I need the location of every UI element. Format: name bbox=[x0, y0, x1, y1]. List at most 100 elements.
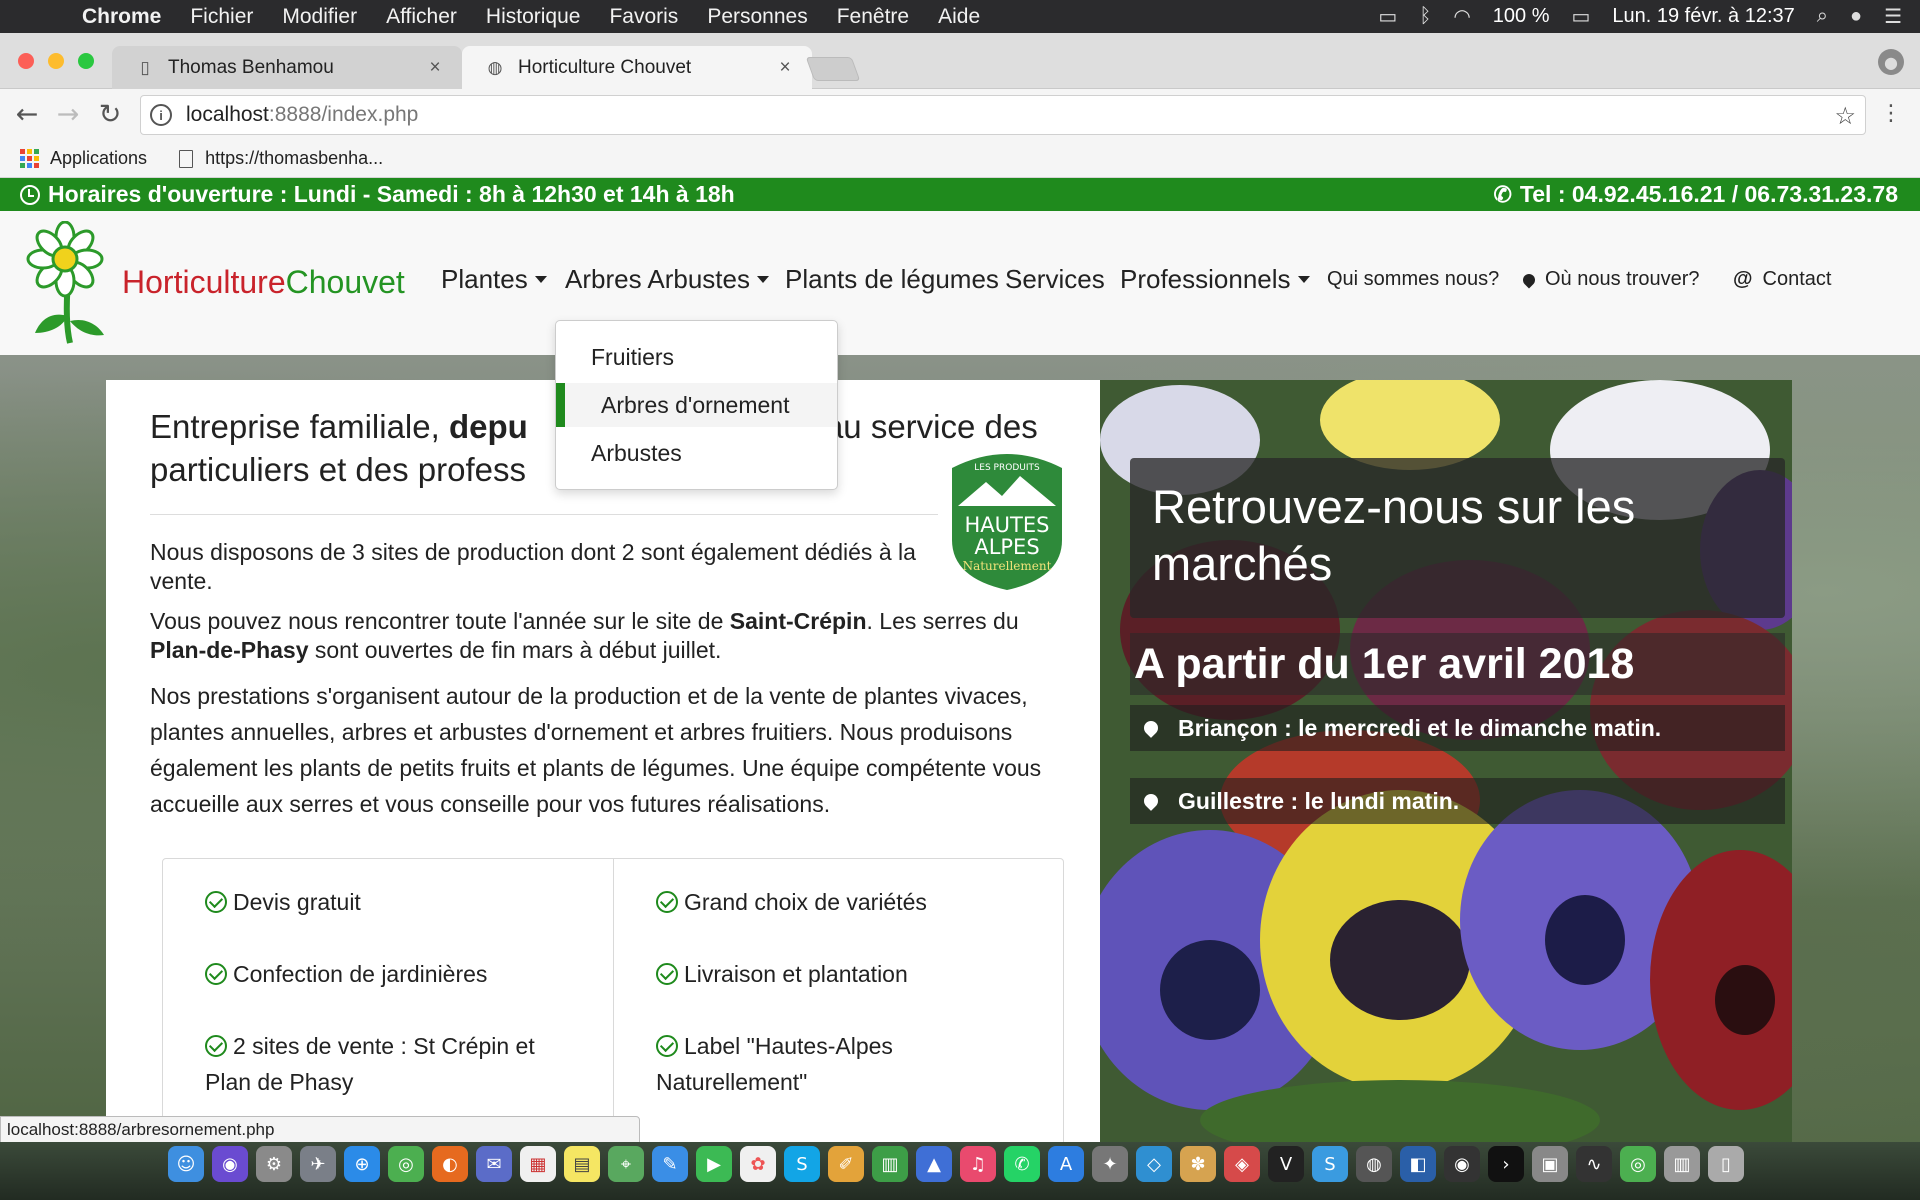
safari-icon[interactable]: ⊕ bbox=[344, 1146, 380, 1182]
airplay-icon[interactable]: ▭ bbox=[1378, 4, 1397, 29]
menu-afficher[interactable]: Afficher bbox=[386, 5, 457, 29]
siri-icon[interactable]: ◉ bbox=[212, 1146, 248, 1182]
macos-menu-bar: Chrome Fichier Modifier Afficher Histori… bbox=[0, 0, 1920, 33]
battery-icon[interactable]: ▭ bbox=[1571, 4, 1590, 29]
tab-title: Thomas Benhamou bbox=[168, 56, 334, 78]
bookmarks-bar: Applications https://thomasbenha... bbox=[0, 140, 1920, 178]
nav-services[interactable]: Services bbox=[1005, 264, 1105, 295]
notes-icon[interactable]: ▤ bbox=[564, 1146, 600, 1182]
terminal-icon[interactable]: › bbox=[1488, 1146, 1524, 1182]
caret-down-icon bbox=[534, 276, 547, 283]
dropdown-item-arbres-ornement[interactable]: Arbres d'ornement bbox=[556, 383, 837, 427]
chrome-canary-icon[interactable]: ◎ bbox=[1620, 1146, 1656, 1182]
dropdown-item-arbustes[interactable]: Arbustes bbox=[556, 431, 837, 475]
close-tab-icon[interactable]: × bbox=[776, 57, 794, 79]
menu-modifier[interactable]: Modifier bbox=[282, 5, 357, 29]
itunes-icon[interactable]: ♫ bbox=[960, 1146, 996, 1182]
preview-icon[interactable]: ▣ bbox=[1532, 1146, 1568, 1182]
chrome-menu-icon[interactable]: ⋮ bbox=[1880, 101, 1902, 126]
photos-icon[interactable]: ✿ bbox=[740, 1146, 776, 1182]
nav-plantes[interactable]: Plantes bbox=[441, 264, 547, 295]
nav-contact[interactable]: @ Contact bbox=[1733, 268, 1831, 291]
zoom-window-button[interactable] bbox=[78, 53, 94, 69]
nav-arbres-arbustes[interactable]: Arbres Arbustes bbox=[565, 264, 769, 295]
close-window-button[interactable] bbox=[18, 53, 34, 69]
system-preferences-icon[interactable]: ⚙ bbox=[256, 1146, 292, 1182]
info-icon[interactable]: i bbox=[150, 104, 172, 126]
web-page: Horaires d'ouverture : Lundi - Samedi : … bbox=[0, 178, 1920, 1142]
menu-personnes[interactable]: Personnes bbox=[707, 5, 807, 29]
daisy-logo-icon[interactable] bbox=[20, 221, 120, 345]
keynote-icon[interactable]: ▲ bbox=[916, 1146, 952, 1182]
visual-studio-code-icon[interactable]: ◧ bbox=[1400, 1146, 1436, 1182]
nav-ou-nous-trouver[interactable]: Où nous trouver? bbox=[1520, 268, 1700, 291]
tab-thomas-benhamou[interactable]: ▯ Thomas Benhamou × bbox=[112, 46, 462, 89]
messages-icon[interactable]: ✎ bbox=[652, 1146, 688, 1182]
close-tab-icon[interactable]: × bbox=[426, 57, 444, 79]
notification-center-icon[interactable]: ☰ bbox=[1884, 4, 1902, 29]
activity-monitor-icon[interactable]: ∿ bbox=[1576, 1146, 1612, 1182]
calendar-icon[interactable]: ▦ bbox=[520, 1146, 556, 1182]
mail-icon[interactable]: ✉ bbox=[476, 1146, 512, 1182]
trash-icon[interactable]: ▯ bbox=[1708, 1146, 1744, 1182]
menu-historique[interactable]: Historique bbox=[486, 5, 581, 29]
finder-icon[interactable]: ☺ bbox=[168, 1146, 204, 1182]
macos-dock: ☺ ◉ ⚙ ✈ ⊕ ◎ ◐ ✉ ▦ ▤ ⌖ ✎ ▶ ✿ S ✐ ▥ ▲ ♫ ✆ … bbox=[0, 1142, 1920, 1200]
menu-favoris[interactable]: Favoris bbox=[609, 5, 678, 29]
bookmark-star-icon[interactable]: ☆ bbox=[1834, 102, 1856, 131]
phone-numbers[interactable]: Tel : 04.92.45.16.21 / 06.73.31.23.78 bbox=[1520, 181, 1898, 208]
app-store-icon[interactable]: A bbox=[1048, 1146, 1084, 1182]
filezilla-icon[interactable]: ◈ bbox=[1224, 1146, 1260, 1182]
sequel-pro-icon[interactable]: ◍ bbox=[1356, 1146, 1392, 1182]
numbers-icon[interactable]: ▥ bbox=[872, 1146, 908, 1182]
bookmark-label: https://thomasbenha... bbox=[205, 148, 384, 168]
nav-plants-legumes[interactable]: Plants de légumes bbox=[785, 264, 999, 295]
check-circle-icon bbox=[656, 963, 678, 985]
maps-icon[interactable]: ⌖ bbox=[608, 1146, 644, 1182]
link-status-bar: localhost:8888/arbresornement.php bbox=[0, 1116, 640, 1144]
hautes-alpes-label-logo: LES PRODUITS HAUTES ALPES Naturellement bbox=[938, 448, 1076, 596]
simplenote-icon[interactable]: S bbox=[1312, 1146, 1348, 1182]
profile-icon[interactable]: ● bbox=[1878, 49, 1904, 75]
spotlight-search-icon[interactable]: ⌕ bbox=[1817, 5, 1828, 28]
menubar-clock[interactable]: Lun. 19 févr. à 12:37 bbox=[1612, 5, 1794, 28]
palette-icon[interactable]: ✽ bbox=[1180, 1146, 1216, 1182]
browser-toolbar: ← → ↻ i localhost:8888/index.php ☆ ⋮ bbox=[0, 89, 1920, 140]
bluetooth-icon[interactable]: ᛒ bbox=[1419, 5, 1431, 28]
vim-icon[interactable]: V bbox=[1268, 1146, 1304, 1182]
skype-icon[interactable]: S bbox=[784, 1146, 820, 1182]
new-tab-button[interactable] bbox=[805, 57, 861, 81]
brand-name[interactable]: HorticultureChouvet bbox=[122, 264, 405, 301]
menu-aide[interactable]: Aide bbox=[938, 5, 980, 29]
archive-utility-icon[interactable]: ▥ bbox=[1664, 1146, 1700, 1182]
caret-down-icon bbox=[756, 276, 769, 283]
nav-professionnels[interactable]: Professionnels bbox=[1120, 264, 1310, 295]
tab-horticulture-chouvet[interactable]: ◍ Horticulture Chouvet × bbox=[462, 46, 812, 89]
siri-icon[interactable]: ● bbox=[1850, 5, 1862, 28]
dropdown-item-fruitiers[interactable]: Fruitiers bbox=[556, 335, 837, 379]
bookmark-thomasbenhamou[interactable]: https://thomasbenha... bbox=[179, 148, 383, 169]
whatsapp-icon[interactable]: ✆ bbox=[1004, 1146, 1040, 1182]
reload-icon[interactable]: ↻ bbox=[95, 99, 125, 130]
nav-qui-sommes-nous[interactable]: Qui sommes nous? bbox=[1327, 268, 1499, 291]
map-pin-icon bbox=[1141, 718, 1161, 738]
firefox-icon[interactable]: ◐ bbox=[432, 1146, 468, 1182]
back-arrow-icon[interactable]: ← bbox=[12, 99, 42, 130]
menu-fenetre[interactable]: Fenêtre bbox=[837, 5, 909, 29]
pages-icon[interactable]: ✐ bbox=[828, 1146, 864, 1182]
chrome-icon[interactable]: ◎ bbox=[388, 1146, 424, 1182]
minimize-window-button[interactable] bbox=[48, 53, 64, 69]
address-bar[interactable]: i localhost:8888/index.php ☆ bbox=[140, 95, 1866, 135]
market-title: Retrouvez-nous sur les marchés bbox=[1152, 480, 1636, 590]
facetime-icon[interactable]: ▶ bbox=[696, 1146, 732, 1182]
gimp-icon[interactable]: ✦ bbox=[1092, 1146, 1128, 1182]
wifi-icon[interactable]: ◠ bbox=[1453, 4, 1470, 29]
github-icon[interactable]: ◉ bbox=[1444, 1146, 1480, 1182]
launchpad-icon[interactable]: ✈ bbox=[300, 1146, 336, 1182]
forward-arrow-icon[interactable]: → bbox=[53, 99, 83, 130]
menu-app-name[interactable]: Chrome bbox=[82, 5, 161, 29]
bookmark-applications[interactable]: Applications bbox=[20, 148, 147, 169]
menu-fichier[interactable]: Fichier bbox=[190, 5, 253, 29]
sourcetree-icon[interactable]: ◇ bbox=[1136, 1146, 1172, 1182]
document-icon bbox=[179, 149, 194, 168]
